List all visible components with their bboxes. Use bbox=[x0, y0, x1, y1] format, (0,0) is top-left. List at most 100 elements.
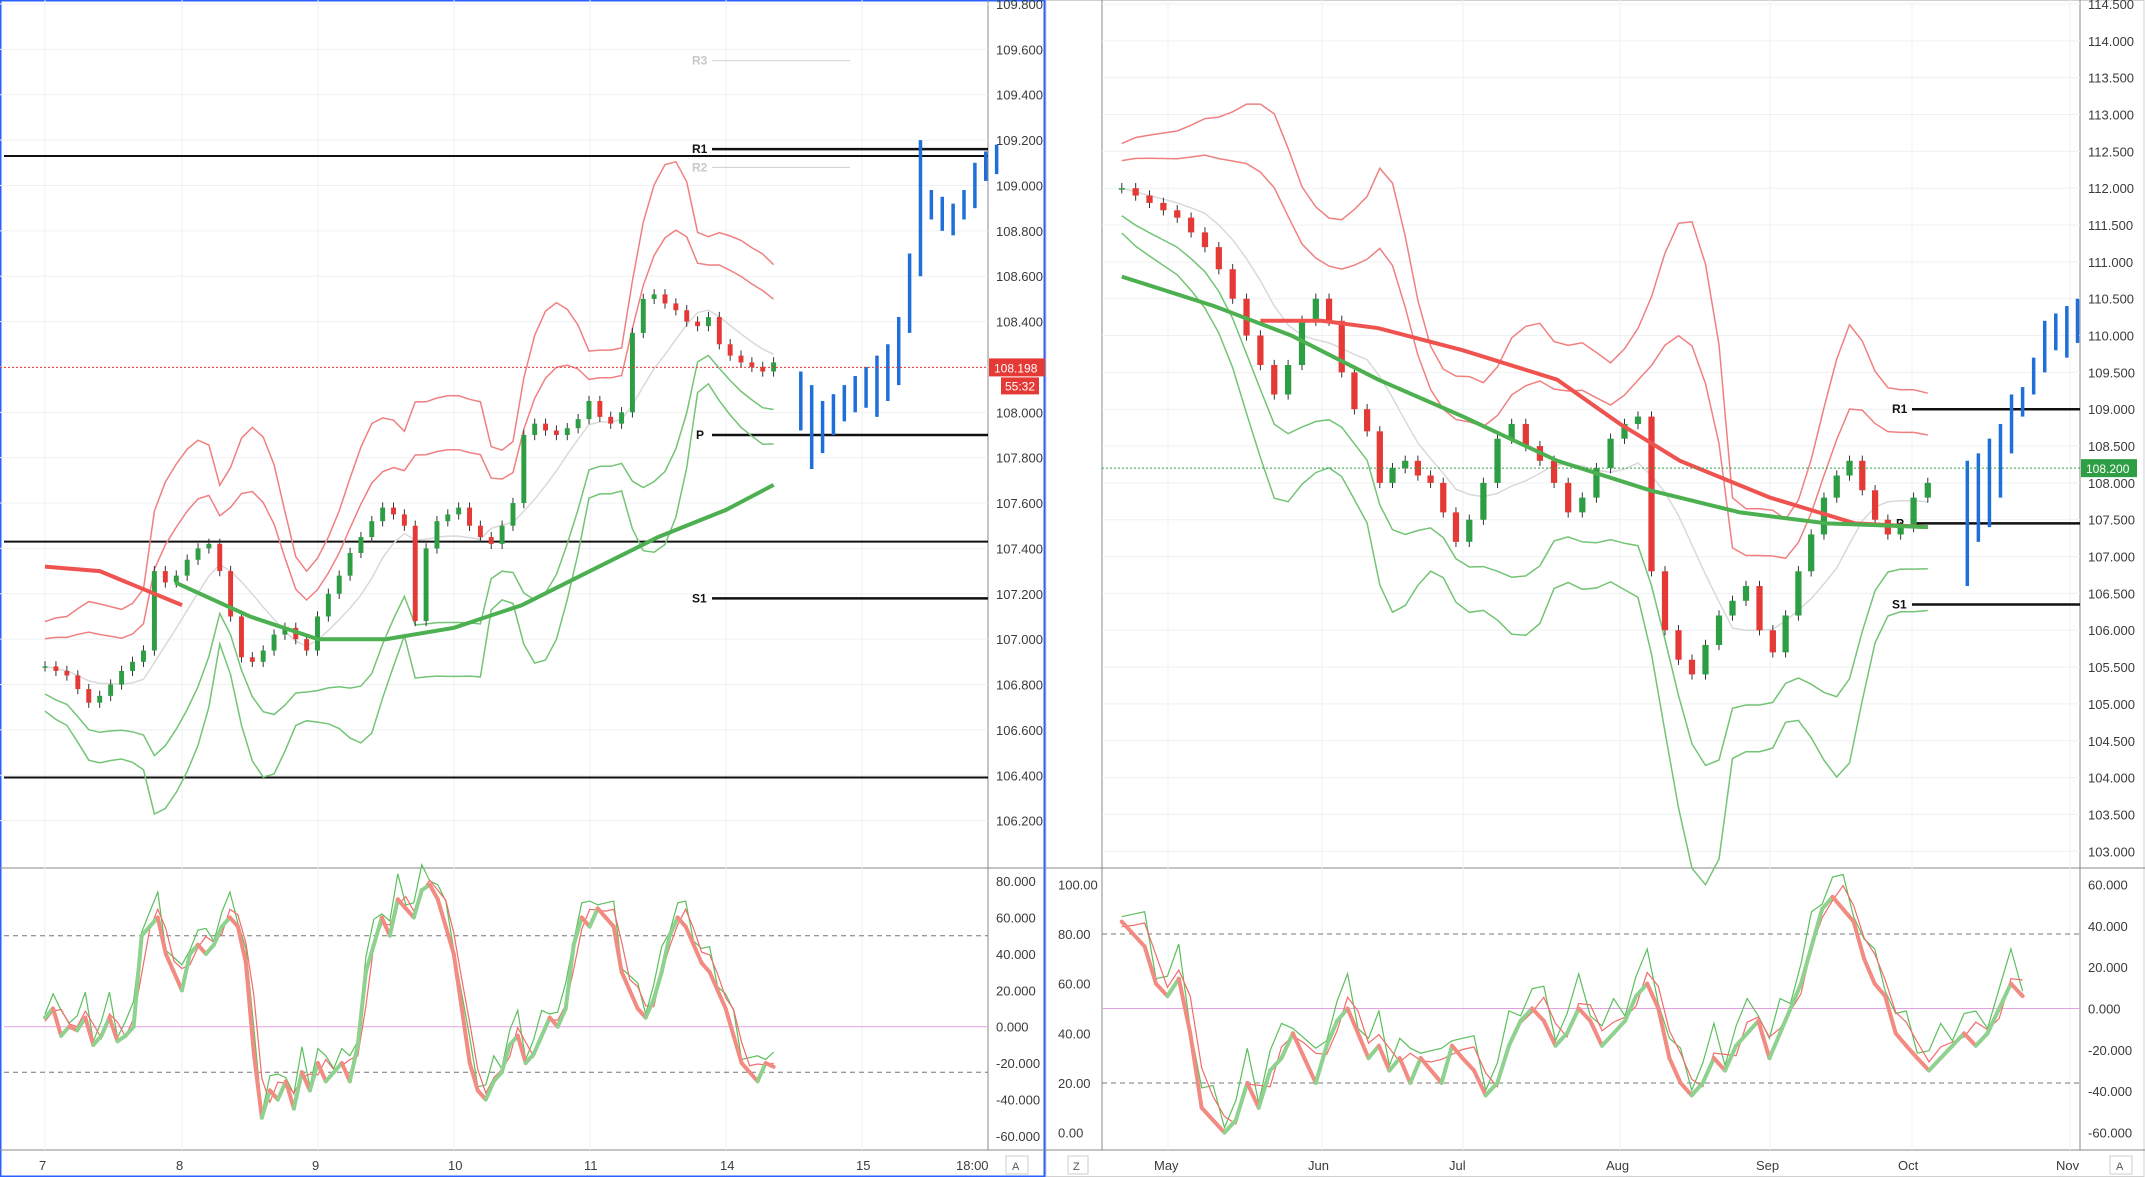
y-tick-label: 109.000 bbox=[996, 178, 1043, 193]
y-tick-label: 107.800 bbox=[996, 451, 1043, 466]
candle-body bbox=[1229, 269, 1236, 299]
candle-body bbox=[358, 537, 364, 553]
candle-body bbox=[1364, 409, 1371, 432]
candle-body bbox=[1427, 475, 1434, 483]
x-tick-label: Nov bbox=[2056, 1158, 2080, 1173]
pivot-label: P bbox=[696, 428, 704, 442]
candle-body bbox=[662, 294, 668, 304]
x-tick-label: 11 bbox=[584, 1158, 598, 1173]
candle-body bbox=[1769, 630, 1776, 653]
x-tick-label: Jun bbox=[1308, 1158, 1329, 1173]
candle-body bbox=[1312, 298, 1319, 321]
candle-body bbox=[1257, 335, 1264, 366]
y-tick-label: 106.000 bbox=[2088, 623, 2135, 638]
candle-body bbox=[271, 634, 277, 651]
y-tick-label: 110.500 bbox=[2088, 292, 2134, 307]
candle-body bbox=[716, 317, 722, 345]
candle-body bbox=[336, 575, 342, 594]
candle-body bbox=[195, 548, 201, 560]
y-tick-label: 114.000 bbox=[2088, 34, 2134, 49]
candle-body bbox=[597, 400, 603, 417]
candle-body bbox=[1522, 423, 1529, 447]
auto-scale-label: A bbox=[1012, 1161, 1020, 1173]
x-tick-label: May bbox=[1154, 1158, 1179, 1173]
candle-body bbox=[1756, 586, 1763, 631]
candle-body bbox=[1174, 210, 1181, 218]
candle-body bbox=[1688, 659, 1696, 675]
stoch-left-tick-label: 40.00 bbox=[1058, 1026, 1091, 1041]
candle-body bbox=[1675, 630, 1682, 660]
candle-body bbox=[119, 670, 125, 685]
stoch-tick-label: 40.000 bbox=[996, 947, 1036, 962]
y-tick-label: 111.500 bbox=[2088, 218, 2133, 233]
candle-body bbox=[575, 419, 581, 429]
candle-body bbox=[521, 435, 527, 504]
y-tick-label: 107.500 bbox=[2088, 513, 2135, 528]
candle-body bbox=[532, 423, 538, 435]
candle-body bbox=[1859, 460, 1866, 491]
candle-body bbox=[1160, 202, 1167, 211]
candle-body bbox=[1729, 600, 1736, 616]
candle-body bbox=[1146, 195, 1153, 203]
pivot-label: R1 bbox=[1892, 402, 1908, 416]
stoch-left-tick-label: 80.00 bbox=[1058, 927, 1091, 942]
y-tick-label: 109.200 bbox=[996, 133, 1043, 148]
y-tick-label: 103.000 bbox=[2088, 844, 2135, 859]
candle-body bbox=[97, 695, 103, 703]
y-tick-label: 105.500 bbox=[2088, 660, 2135, 675]
candle-body bbox=[249, 657, 255, 662]
candle-body bbox=[477, 525, 483, 538]
candle-body bbox=[347, 552, 353, 576]
candle-body bbox=[629, 332, 635, 413]
y-tick-label: 109.600 bbox=[996, 42, 1043, 57]
stoch-tick-label: 0.000 bbox=[2088, 1002, 2121, 1017]
y-tick-label: 109.000 bbox=[2088, 402, 2135, 417]
candle-body bbox=[434, 521, 440, 549]
y-tick-label: 112.000 bbox=[2088, 181, 2134, 196]
stoch-tick-label: -60.000 bbox=[2088, 1126, 2132, 1141]
y-tick-label: 108.800 bbox=[996, 224, 1043, 239]
stoch-left-tick-label: 20.00 bbox=[1058, 1076, 1091, 1091]
candle-body bbox=[1579, 497, 1586, 513]
candle-body bbox=[1215, 247, 1222, 270]
candle-body bbox=[608, 416, 614, 424]
candle-body bbox=[1452, 512, 1460, 542]
candle-body bbox=[1702, 644, 1709, 675]
chart-canvas: 109.800 109.600 109.400 109.200 109.000 108.8… bbox=[0, 0, 2145, 1177]
candle-body bbox=[64, 670, 70, 676]
candle-body bbox=[1440, 482, 1447, 513]
candle-body bbox=[304, 639, 310, 651]
candle-body bbox=[673, 303, 679, 311]
candle-body bbox=[651, 294, 657, 299]
candle-body bbox=[1187, 217, 1195, 233]
candle-body bbox=[1118, 188, 1125, 190]
candle-body bbox=[369, 521, 375, 538]
x-tick-label: 15 bbox=[856, 1158, 870, 1173]
candle-body bbox=[162, 571, 168, 583]
candle-body bbox=[586, 400, 592, 420]
candle-body bbox=[1607, 438, 1614, 469]
stoch-left-tick-label: 100.00 bbox=[1058, 877, 1098, 892]
candle-body bbox=[1715, 615, 1723, 645]
candle-body bbox=[553, 430, 559, 435]
y-tick-label: 107.200 bbox=[996, 587, 1043, 602]
candle-body bbox=[423, 548, 429, 622]
y-tick-label: 104.000 bbox=[2088, 771, 2135, 786]
pivot-label: S1 bbox=[1892, 597, 1907, 611]
y-tick-label: 108.600 bbox=[996, 269, 1043, 284]
x-tick-label: Sep bbox=[1756, 1158, 1779, 1173]
candle-body bbox=[315, 616, 320, 651]
candle-body bbox=[151, 571, 157, 651]
y-tick-label: 113.500 bbox=[2088, 71, 2134, 86]
y-tick-label: 104.500 bbox=[2088, 734, 2135, 749]
y-tick-label: 107.000 bbox=[996, 632, 1043, 647]
y-tick-label: 113.000 bbox=[2088, 108, 2134, 123]
y-tick-label: 107.000 bbox=[2088, 550, 2135, 565]
candle-body bbox=[1924, 482, 1931, 498]
candle-body bbox=[412, 525, 418, 622]
candle-body bbox=[619, 412, 625, 424]
pivot-label: S1 bbox=[692, 591, 707, 605]
candle-body bbox=[684, 310, 690, 322]
candle-body bbox=[1897, 527, 1904, 535]
candle-body bbox=[1795, 571, 1802, 616]
